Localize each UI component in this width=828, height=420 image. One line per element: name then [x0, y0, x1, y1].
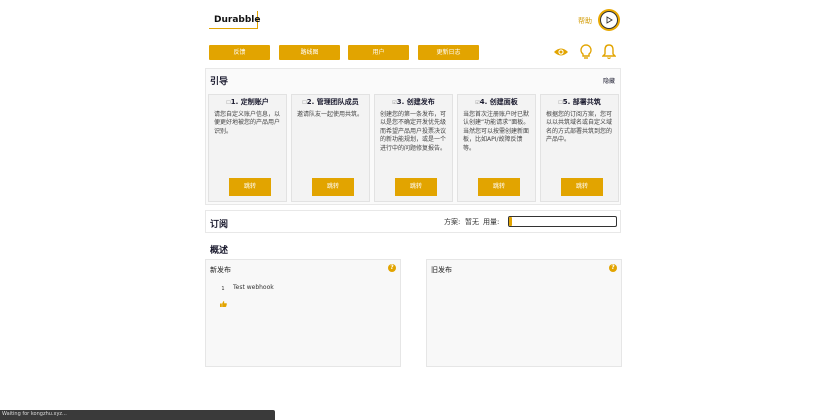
nav-feedback-button[interactable]: 反馈 [209, 45, 270, 60]
brand-logo[interactable]: Durabble [209, 11, 260, 29]
usage-meter [508, 216, 617, 227]
hide-guide-link[interactable]: 隐藏 [603, 76, 615, 85]
card-title: 3. 创建发布 [396, 98, 435, 106]
card-description: 邀请队友一起使用共筑。 [297, 111, 364, 118]
help-question-icon[interactable]: ? [609, 264, 617, 272]
guide-card-deploy: ☐5. 部署共筑 根据您的订阅方案，您可以以共筑域名或自定义域名的方式部署共筑到… [540, 94, 619, 202]
lightbulb-icon[interactable] [577, 43, 595, 61]
jump-button[interactable]: 跳转 [312, 178, 354, 196]
card-title: 4. 创建面板 [479, 98, 518, 106]
vote-count: 1 [221, 286, 225, 292]
new-posts-title: 新发布 [210, 266, 231, 274]
card-title: 1. 定制账户 [230, 98, 269, 106]
plan-value: 暂无 [465, 218, 479, 226]
subscription-title: 订阅 [210, 220, 229, 230]
overview-title: 概述 [210, 246, 229, 256]
eye-icon[interactable] [552, 43, 570, 61]
jump-button[interactable]: 跳转 [478, 178, 520, 196]
bell-icon[interactable] [600, 43, 618, 61]
guide-title: 引导 [210, 77, 229, 87]
nav-roadmap-button[interactable]: 路线图 [279, 45, 340, 60]
jump-button[interactable]: 跳转 [229, 178, 271, 196]
browser-status-bar: Waiting for kongzhu.xyz... [0, 410, 275, 420]
usage-label: 用量: [483, 218, 500, 226]
post-title[interactable]: Test webhook [233, 284, 274, 291]
guide-card-team: ☐2. 管理团队成员 邀请队友一起使用共筑。 跳转 [291, 94, 370, 202]
vote-widget[interactable]: 1 [218, 286, 228, 311]
help-link[interactable]: 帮助 [578, 16, 592, 26]
jump-button[interactable]: 跳转 [561, 178, 603, 196]
jump-button[interactable]: 跳转 [395, 178, 437, 196]
card-description: 请您自定义账户信息，以便更好地被您的产品用户识别。 [214, 111, 281, 135]
nav-changelog-button[interactable]: 更新日志 [418, 45, 479, 60]
card-description: 当您首次注册账户时已默认创建“功能请求”面板。当然您可以按需创建新面板，比如AP… [463, 111, 530, 152]
usage-meter-fill [509, 217, 513, 226]
card-title: 2. 管理团队成员 [306, 98, 359, 106]
new-posts-panel: 新发布 ? 1 Test webhook [205, 259, 401, 367]
nav-users-button[interactable]: 用户 [348, 45, 409, 60]
guide-card-account: ☐1. 定制账户 请您自定义账户信息，以便更好地被您的产品用户识别。 跳转 [208, 94, 287, 202]
guide-card-post: ☑3. 创建发布 创建您的第一条发布，可以是您不确定开发优先级而希望产品用户投票… [374, 94, 453, 202]
old-posts-title: 旧发布 [431, 266, 452, 274]
plan-label: 方案: [444, 218, 461, 226]
thumbs-up-icon[interactable] [219, 301, 227, 307]
card-description: 根据您的订阅方案，您可以以共筑域名或自定义域名的方式部署共筑到您的产品中。 [546, 111, 613, 144]
card-title: 5. 部署共筑 [562, 98, 601, 106]
help-question-icon[interactable]: ? [388, 264, 396, 272]
play-tour-button[interactable] [598, 9, 620, 31]
card-description: 创建您的第一条发布，可以是您不确定开发优先级而希望产品用户投票决议的新功能规划，… [380, 111, 447, 152]
guide-card-board: ☑4. 创建面板 当您首次注册账户时已默认创建“功能请求”面板。当然您可以按需创… [457, 94, 536, 202]
play-icon [606, 16, 613, 24]
old-posts-panel: 旧发布 ? [426, 259, 622, 367]
